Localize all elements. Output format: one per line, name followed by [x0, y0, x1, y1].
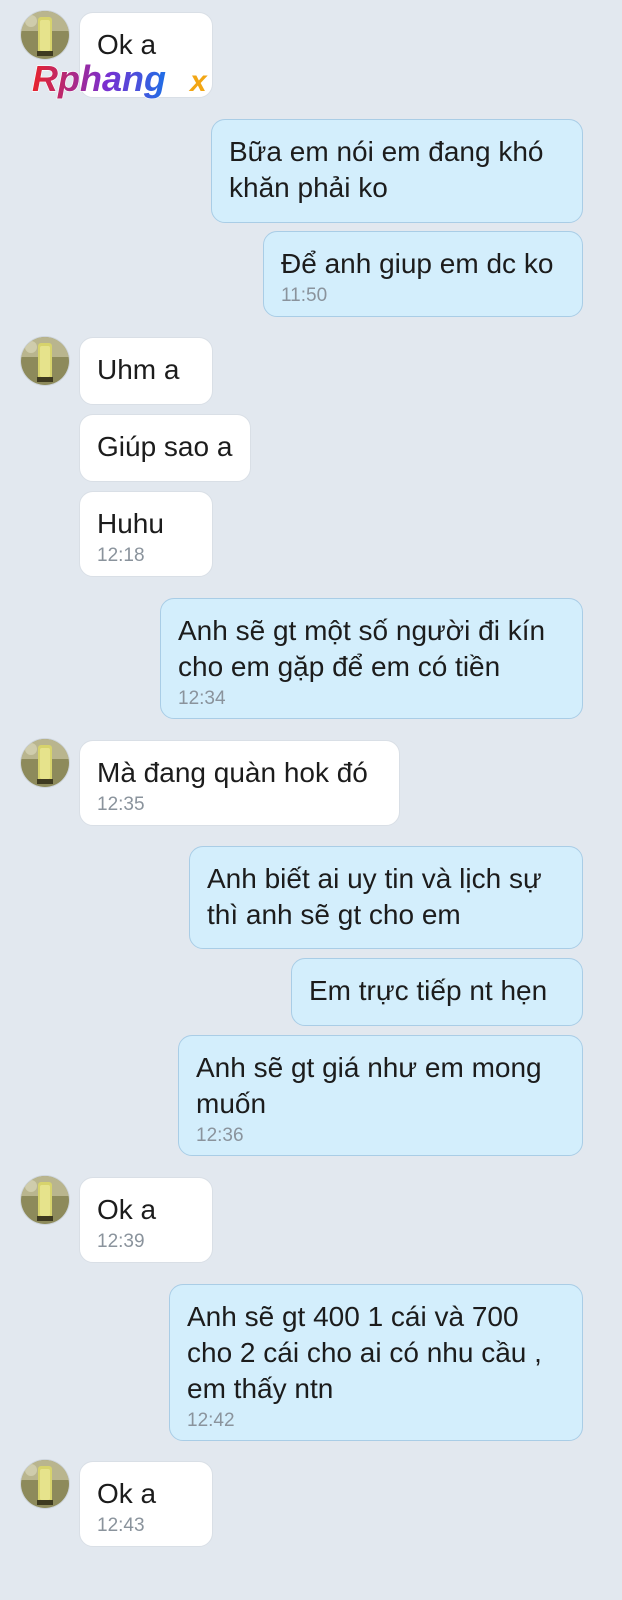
message-bubble-outgoing[interactable]: Anh sẽ gt một số người đi kín cho em gặp…: [160, 598, 583, 719]
message-text: Anh sẽ gt giá như em mong muốn: [196, 1052, 542, 1119]
chat-screen: Ok a Rphang x Bữa em nói em đang khó khă…: [0, 0, 622, 1600]
message-timestamp: 12:34: [178, 688, 226, 709]
watermark-logo: Rphang x: [30, 58, 215, 102]
message-text: Bữa em nói em đang khó khăn phải ko: [229, 136, 544, 203]
watermark-suffix-text: x: [188, 65, 208, 98]
message-timestamp: 11:50: [281, 285, 328, 306]
message-bubble-outgoing[interactable]: Anh sẽ gt giá như em mong muốn 12:36: [178, 1035, 583, 1156]
message-bubble-incoming[interactable]: Mà đang quàn hok đó 12:35: [79, 740, 400, 826]
message-timestamp: 12:18: [97, 545, 145, 566]
message-bubble-incoming[interactable]: Ok a 12:39: [79, 1177, 213, 1263]
contact-avatar-icon[interactable]: [21, 739, 69, 787]
message-bubble-outgoing[interactable]: Để anh giup em dc ko 11:50: [263, 231, 583, 317]
message-bubble-outgoing[interactable]: Em trực tiếp nt hẹn: [291, 958, 583, 1026]
message-text: Anh sẽ gt 400 1 cái và 700 cho 2 cái cho…: [187, 1301, 542, 1404]
contact-avatar-icon[interactable]: [21, 11, 69, 59]
message-bubble-incoming[interactable]: Ok a 12:43: [79, 1461, 213, 1547]
message-text: Ok a: [97, 1478, 157, 1509]
message-text: Anh sẽ gt một số người đi kín cho em gặp…: [178, 615, 546, 682]
message-text: Ok a: [97, 1194, 157, 1225]
message-text: Anh biết ai uy tin và lịch sự thì anh sẽ…: [207, 863, 542, 930]
message-text: Uhm a: [97, 354, 180, 385]
message-text: Huhu: [97, 508, 164, 539]
message-timestamp: 12:43: [97, 1515, 145, 1536]
message-bubble-outgoing[interactable]: Anh sẽ gt 400 1 cái và 700 cho 2 cái cho…: [169, 1284, 583, 1441]
contact-avatar-icon[interactable]: [21, 1176, 69, 1224]
message-timestamp: 12:39: [97, 1231, 145, 1252]
watermark-main-text: Rphang: [32, 58, 166, 99]
message-text: Để anh giup em dc ko: [281, 248, 554, 279]
contact-avatar-icon[interactable]: [21, 1460, 69, 1508]
message-text: Em trực tiếp nt hẹn: [309, 975, 548, 1006]
message-timestamp: 12:36: [196, 1125, 244, 1146]
message-text: Mà đang quàn hok đó: [97, 757, 368, 788]
message-bubble-outgoing[interactable]: Anh biết ai uy tin và lịch sự thì anh sẽ…: [189, 846, 583, 949]
message-bubble-incoming[interactable]: Huhu 12:18: [79, 491, 213, 577]
message-text: Giúp sao a: [97, 431, 233, 462]
message-timestamp: 12:35: [97, 794, 145, 815]
message-bubble-incoming[interactable]: Giúp sao a: [79, 414, 251, 482]
message-bubble-incoming[interactable]: Uhm a: [79, 337, 213, 405]
message-bubble-outgoing[interactable]: Bữa em nói em đang khó khăn phải ko: [211, 119, 583, 223]
message-timestamp: 12:42: [187, 1410, 235, 1431]
contact-avatar-icon[interactable]: [21, 337, 69, 385]
